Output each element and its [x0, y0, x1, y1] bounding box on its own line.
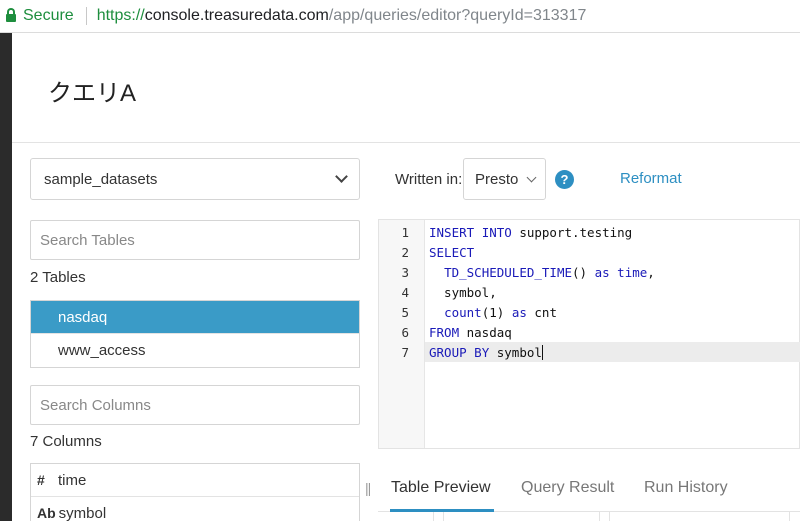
- column-item-time[interactable]: # time: [31, 464, 359, 497]
- tab-table-preview[interactable]: Table Preview: [391, 479, 491, 497]
- secure-label: Secure: [23, 7, 74, 24]
- text-cursor: [541, 345, 543, 360]
- tab-run-history[interactable]: Run History: [644, 479, 728, 497]
- line-number-gutter: 1 2 3 4 5 6 7: [379, 220, 425, 448]
- sql-editor[interactable]: 1 2 3 4 5 6 7 INSERT INTO support.testin…: [378, 219, 800, 449]
- written-in-label: Written in:: [395, 171, 463, 188]
- page-title[interactable]: クエリA: [48, 73, 136, 108]
- search-tables-input[interactable]: [30, 220, 360, 260]
- table-item-www-access[interactable]: www_access: [31, 334, 359, 367]
- tab-query-result[interactable]: Query Result: [521, 479, 614, 497]
- database-select[interactable]: sample_datasets: [30, 158, 360, 200]
- code-line[interactable]: count(1) as cnt: [429, 305, 557, 320]
- url-scheme: https://: [96, 7, 145, 24]
- url-text[interactable]: https://console.treasuredata.com/app/que…: [97, 7, 587, 25]
- code-line[interactable]: INSERT INTO support.testing: [429, 225, 632, 240]
- column-item-symbol[interactable]: Ab symbol: [31, 497, 359, 521]
- code-line[interactable]: GROUP BY symbol: [429, 345, 543, 360]
- columns-list: # time Ab symbol: [30, 463, 360, 521]
- line-number: 1: [401, 225, 409, 240]
- code-line[interactable]: symbol,: [429, 285, 497, 300]
- tables-list: nasdaq www_access: [30, 300, 360, 368]
- database-select-value: sample_datasets: [44, 170, 158, 188]
- tables-count: 2 Tables: [30, 269, 86, 286]
- column-label: time: [58, 471, 87, 489]
- chevron-down-icon: [335, 169, 348, 183]
- numeric-type-icon: #: [37, 472, 45, 488]
- table-item-nasdaq[interactable]: nasdaq: [31, 301, 359, 334]
- line-number: 6: [401, 325, 409, 340]
- line-number: 7: [401, 345, 409, 360]
- chevron-down-icon: [526, 172, 537, 182]
- search-columns-input[interactable]: [30, 385, 360, 425]
- left-nav-strip: [0, 33, 12, 521]
- string-type-icon: Ab: [37, 505, 56, 521]
- line-number: 5: [401, 305, 409, 320]
- query-editor-content: sample_datasets 2 Tables nasdaq www_acce…: [12, 143, 800, 521]
- lock-icon: [6, 8, 16, 22]
- line-number: 2: [401, 245, 409, 260]
- address-divider: [85, 7, 87, 25]
- url-path: /app/queries/editor?queryId=313317: [328, 7, 587, 24]
- line-number: 3: [401, 265, 409, 280]
- url-host: console.treasuredata.com: [144, 7, 329, 24]
- page-header: クエリA: [12, 33, 800, 143]
- code-line[interactable]: TD_SCHEDULED_TIME() as time,: [429, 265, 655, 280]
- columns-count: 7 Columns: [30, 433, 102, 450]
- reformat-link[interactable]: Reformat: [620, 170, 682, 187]
- code-line[interactable]: FROM nasdaq: [429, 325, 512, 340]
- table-preview-header: [378, 512, 800, 521]
- pane-splitter-handle[interactable]: ||: [365, 480, 371, 496]
- engine-select[interactable]: Presto: [463, 158, 546, 200]
- browser-address-bar[interactable]: Secure https://console.treasuredata.com/…: [0, 0, 800, 33]
- code-line[interactable]: SELECT: [429, 245, 474, 260]
- line-number: 4: [401, 285, 409, 300]
- engine-select-value: Presto: [475, 170, 519, 188]
- help-icon[interactable]: ?: [555, 170, 574, 189]
- column-label: symbol: [58, 504, 107, 521]
